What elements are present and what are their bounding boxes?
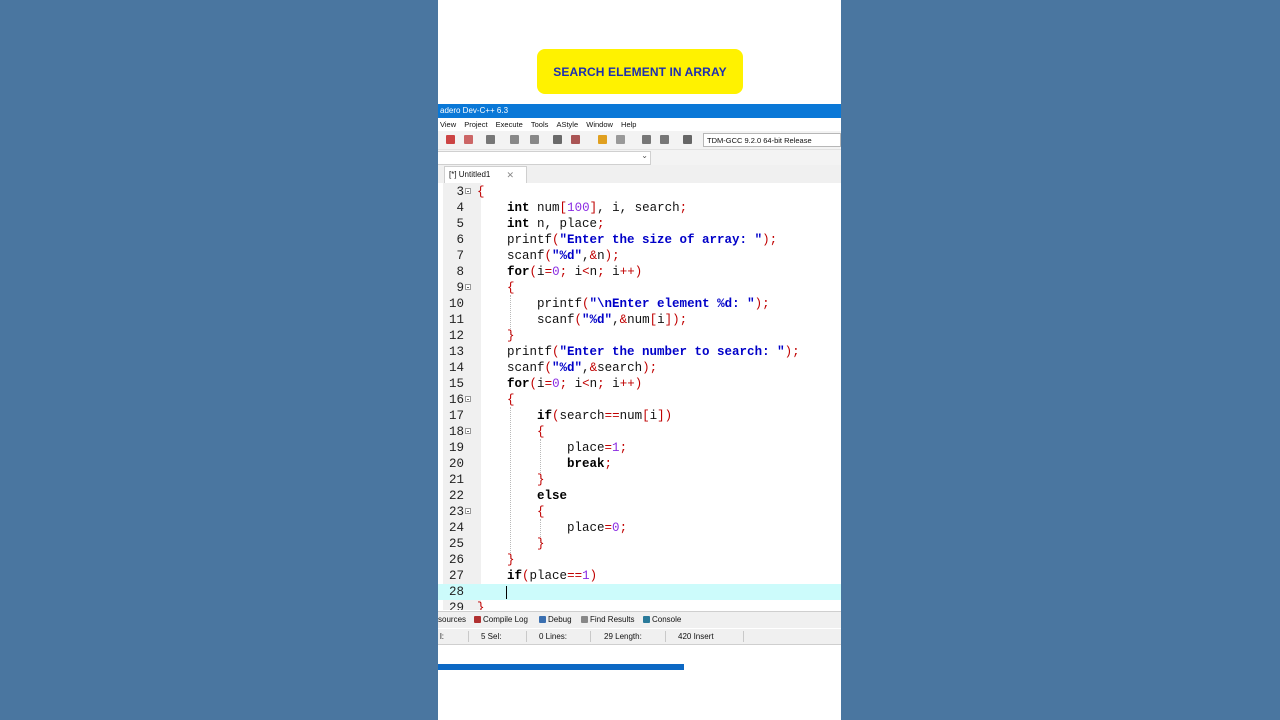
code-line: 14 scanf("%d",&search);	[448, 361, 658, 375]
status-divider	[468, 631, 469, 642]
code-line: 12 }	[448, 329, 515, 343]
code-line: 5 int n, place;	[456, 217, 605, 231]
status-divider	[590, 631, 591, 642]
status-insert: 420 Insert	[678, 632, 714, 641]
code-line: 18 {	[448, 425, 545, 439]
fold-icon[interactable]	[465, 428, 471, 434]
window-titlebar: adero Dev-C++ 6.3	[438, 104, 841, 118]
code-line: 20 break;	[448, 457, 613, 471]
menu-window[interactable]: Window	[586, 118, 613, 131]
copy-icon[interactable]	[510, 135, 519, 144]
menu-tools[interactable]: Tools	[531, 118, 549, 131]
redo-icon[interactable]	[616, 135, 625, 144]
tab-console[interactable]: Console	[643, 612, 681, 628]
video-frame: SEARCH ELEMENT IN ARRAY adero Dev-C++ 6.…	[438, 0, 841, 720]
toolbar: TDM-GCC 9.2.0 64-bit Release	[438, 131, 841, 150]
menu-project[interactable]: Project	[464, 118, 487, 131]
title-text: SEARCH ELEMENT IN ARRAY	[553, 64, 727, 79]
code-editor[interactable]: 3{ 4 int num[100], i, search; 5 int n, p…	[438, 183, 841, 610]
status-divider	[743, 631, 744, 642]
code-line: 26 }	[448, 553, 515, 567]
status-divider	[665, 631, 666, 642]
menu-astyle[interactable]: AStyle	[556, 118, 578, 131]
status-sel: 5 Sel:	[481, 632, 502, 641]
menu-bar: View Project Execute Tools AStyle Window…	[438, 118, 841, 131]
status-length: 29 Length:	[604, 632, 642, 641]
status-line: l:	[440, 632, 444, 641]
code-line: 4 int num[100], i, search;	[456, 201, 688, 215]
bottom-panel-tabs: sources Compile Log Debug Find Results C…	[438, 611, 841, 628]
status-divider	[526, 631, 527, 642]
indent-right-icon[interactable]	[660, 135, 669, 144]
console-icon	[643, 616, 650, 623]
code-line: 13 printf("Enter the number to search: "…	[448, 345, 800, 359]
code-line: 19 place=1;	[448, 441, 628, 455]
code-line: 9 {	[456, 281, 515, 295]
code-line: 27 if(place==1)	[448, 569, 598, 583]
tab-resources[interactable]: sources	[438, 612, 466, 628]
code-line: 17 if(search==num[i])	[448, 409, 673, 423]
code-line: 6 printf("Enter the size of array: ");	[456, 233, 778, 247]
status-lines: 0 Lines:	[539, 632, 568, 641]
code-line: 15 for(i=0; i<n; i++)	[448, 377, 643, 391]
text-caret	[506, 586, 507, 599]
code-line: 22 else	[448, 489, 568, 503]
tab-compile-log[interactable]: Compile Log	[474, 612, 528, 628]
code-line: 23 {	[448, 505, 545, 519]
run-icon[interactable]	[571, 135, 580, 144]
fold-icon[interactable]	[465, 396, 471, 402]
code-line: 8 for(i=0; i<n; i++)	[456, 265, 643, 279]
tab-label: [*] Untitled1	[449, 170, 491, 179]
print-icon[interactable]	[486, 135, 495, 144]
code-line: 10 printf("\nEnter element %d: ");	[448, 297, 770, 311]
tab-compile-log-label: Compile Log	[483, 615, 528, 624]
tab-debug-label: Debug	[548, 615, 572, 624]
menu-help[interactable]: Help	[621, 118, 636, 131]
new-file-icon[interactable]	[446, 135, 455, 144]
video-progress-bar[interactable]	[438, 664, 684, 670]
code-line: 24 place=0;	[448, 521, 628, 535]
code-line: 21 }	[448, 473, 545, 487]
code-line: 16 {	[448, 393, 515, 407]
tab-debug[interactable]: Debug	[539, 612, 572, 628]
code-line: 29}	[448, 601, 485, 610]
code-line-current[interactable]: 28	[438, 584, 841, 600]
status-bar: l: 5 Sel: 0 Lines: 29 Length: 420 Insert	[438, 629, 841, 645]
file-tab-bar: [*] Untitled1 ✕	[438, 165, 841, 184]
current-line-number: 28	[448, 585, 464, 599]
compiler-select[interactable]: TDM-GCC 9.2.0 64-bit Release	[703, 133, 841, 147]
tab-untitled1[interactable]: [*] Untitled1 ✕	[444, 166, 527, 183]
code-line: 11 scanf("%d",&num[i]);	[448, 313, 688, 327]
fold-icon[interactable]	[465, 188, 471, 194]
code-line: 25 }	[448, 537, 545, 551]
fold-icon[interactable]	[465, 284, 471, 290]
debug-icon	[539, 616, 546, 623]
title-badge: SEARCH ELEMENT IN ARRAY	[537, 49, 743, 94]
debug-icon[interactable]	[683, 135, 692, 144]
find-results-icon	[581, 616, 588, 623]
undo-icon[interactable]	[598, 135, 607, 144]
indent-left-icon[interactable]	[642, 135, 651, 144]
close-icon[interactable]: ✕	[506, 167, 514, 183]
code-line: 7 scanf("%d",&n);	[456, 249, 620, 263]
tab-find-results-label: Find Results	[590, 615, 635, 624]
menu-execute[interactable]: Execute	[496, 118, 523, 131]
scope-toolbar: ⌄	[438, 150, 841, 165]
compile-icon[interactable]	[553, 135, 562, 144]
compile-log-icon	[474, 616, 481, 623]
chevron-down-icon: ⌄	[641, 151, 648, 160]
tab-resources-label: sources	[438, 615, 467, 624]
paste-icon[interactable]	[530, 135, 539, 144]
open-file-icon[interactable]	[464, 135, 473, 144]
tab-find-results[interactable]: Find Results	[581, 612, 634, 628]
code-line: 3{	[456, 185, 485, 199]
menu-view[interactable]: View	[440, 118, 456, 131]
fold-icon[interactable]	[465, 508, 471, 514]
tab-console-label: Console	[652, 615, 682, 624]
scope-select[interactable]: ⌄	[438, 151, 651, 165]
